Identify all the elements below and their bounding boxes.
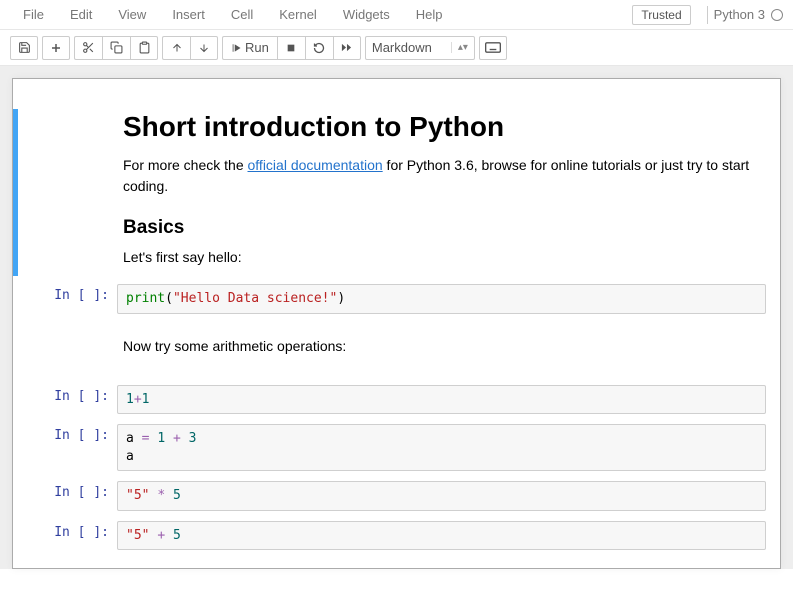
toolbar: Run Markdown ▴▾ bbox=[0, 30, 793, 66]
code-cell[interactable]: In [ ]: a = 1 + 3 a bbox=[13, 422, 780, 473]
move-up-button[interactable] bbox=[162, 36, 190, 60]
menubar: File Edit View Insert Cell Kernel Widget… bbox=[0, 0, 793, 30]
notebook-area: Short introduction to Python For more ch… bbox=[0, 66, 793, 569]
menu-help[interactable]: Help bbox=[403, 3, 456, 26]
heading-2: Basics bbox=[123, 217, 760, 239]
cut-button[interactable] bbox=[74, 36, 102, 60]
paragraph: For more check the official documentatio… bbox=[123, 155, 760, 197]
stop-icon bbox=[286, 43, 296, 53]
paragraph: Now try some arithmetic operations: bbox=[123, 336, 760, 357]
code-input[interactable]: print("Hello Data science!") bbox=[117, 284, 766, 314]
run-button[interactable]: Run bbox=[222, 36, 277, 60]
plus-icon bbox=[50, 42, 62, 54]
fast-forward-icon bbox=[340, 42, 353, 53]
cell-body: print("Hello Data science!") bbox=[117, 284, 766, 314]
cell-body: 1+1 bbox=[117, 385, 766, 415]
markdown-output: Short introduction to Python For more ch… bbox=[117, 111, 766, 274]
code-input[interactable]: "5" * 5 bbox=[117, 481, 766, 511]
save-icon bbox=[18, 41, 31, 54]
prompt bbox=[21, 324, 117, 375]
trusted-badge[interactable]: Trusted bbox=[632, 5, 690, 25]
separator bbox=[707, 6, 708, 24]
doc-link[interactable]: official documentation bbox=[248, 157, 383, 173]
code-input[interactable]: a = 1 + 3 a bbox=[117, 424, 766, 471]
paste-icon bbox=[138, 41, 151, 54]
menu-kernel[interactable]: Kernel bbox=[266, 3, 330, 26]
run-label: Run bbox=[245, 40, 269, 55]
kernel-name[interactable]: Python 3 bbox=[714, 7, 765, 22]
menu-insert[interactable]: Insert bbox=[159, 3, 218, 26]
menu-view[interactable]: View bbox=[105, 3, 159, 26]
cell-body: a = 1 + 3 a bbox=[117, 424, 766, 471]
code-input[interactable]: 1+1 bbox=[117, 385, 766, 415]
markdown-output: Now try some arithmetic operations: bbox=[117, 324, 766, 375]
arrow-down-icon bbox=[198, 42, 210, 54]
copy-button[interactable] bbox=[102, 36, 130, 60]
prompt: In [ ]: bbox=[21, 424, 117, 471]
interrupt-button[interactable] bbox=[277, 36, 305, 60]
celltype-select[interactable]: Markdown ▴▾ bbox=[365, 36, 475, 60]
copy-icon bbox=[110, 41, 123, 54]
move-down-button[interactable] bbox=[190, 36, 218, 60]
code-cell[interactable]: In [ ]: "5" + 5 bbox=[13, 519, 780, 553]
run-icon bbox=[231, 43, 241, 53]
prompt: In [ ]: bbox=[21, 521, 117, 551]
menu-widgets[interactable]: Widgets bbox=[330, 3, 403, 26]
paste-button[interactable] bbox=[130, 36, 158, 60]
cut-icon bbox=[82, 41, 95, 54]
prompt: In [ ]: bbox=[21, 284, 117, 314]
restart-run-all-button[interactable] bbox=[333, 36, 361, 60]
paragraph: Let's first say hello: bbox=[123, 247, 760, 268]
code-cell[interactable]: In [ ]: print("Hello Data science!") bbox=[13, 282, 780, 316]
notebook-container: Short introduction to Python For more ch… bbox=[12, 78, 781, 569]
prompt: In [ ]: bbox=[21, 385, 117, 415]
menu-edit[interactable]: Edit bbox=[57, 3, 105, 26]
heading-1: Short introduction to Python bbox=[123, 111, 760, 143]
cell-body: "5" + 5 bbox=[117, 521, 766, 551]
code-cell[interactable]: In [ ]: 1+1 bbox=[13, 383, 780, 417]
save-button[interactable] bbox=[10, 36, 38, 60]
prompt bbox=[21, 111, 117, 274]
menu-file[interactable]: File bbox=[10, 3, 57, 26]
markdown-cell[interactable]: Now try some arithmetic operations: bbox=[13, 322, 780, 377]
celltype-value: Markdown bbox=[372, 40, 432, 55]
keyboard-icon bbox=[485, 42, 501, 53]
cell-body: "5" * 5 bbox=[117, 481, 766, 511]
arrow-up-icon bbox=[171, 42, 183, 54]
code-input[interactable]: "5" + 5 bbox=[117, 521, 766, 551]
code-cell[interactable]: In [ ]: "5" * 5 bbox=[13, 479, 780, 513]
restart-button[interactable] bbox=[305, 36, 333, 60]
add-cell-button[interactable] bbox=[42, 36, 70, 60]
restart-icon bbox=[313, 42, 325, 54]
kernel-indicator-icon[interactable] bbox=[771, 9, 783, 21]
chevron-updown-icon: ▴▾ bbox=[451, 42, 468, 53]
menu-cell[interactable]: Cell bbox=[218, 3, 266, 26]
markdown-cell[interactable]: Short introduction to Python For more ch… bbox=[13, 109, 780, 276]
prompt: In [ ]: bbox=[21, 481, 117, 511]
command-palette-button[interactable] bbox=[479, 36, 507, 60]
